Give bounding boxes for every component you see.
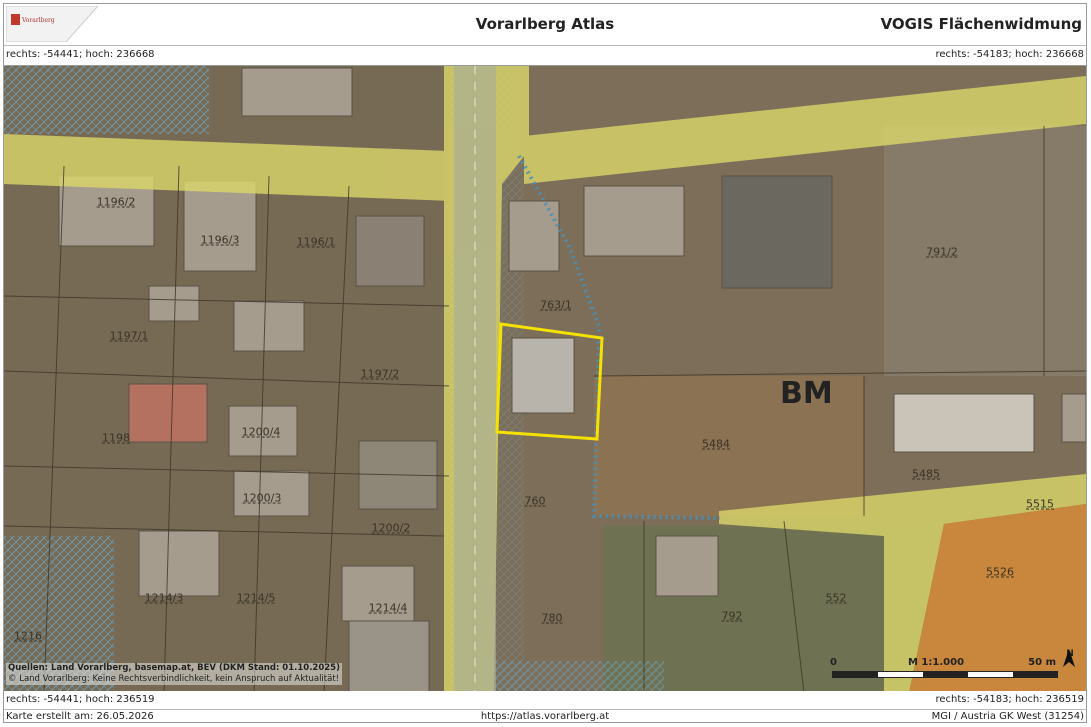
zone-label-bm: BM	[780, 376, 833, 411]
parcel-label: 5485	[912, 467, 940, 481]
scale-bar: 0 M 1:1.000 50 m	[828, 657, 1064, 681]
bottom-coordinate-row: rechts: -54441; hoch: 236519 rechts: -54…	[4, 691, 1086, 709]
parcel-label: 1214/5	[236, 591, 276, 605]
atlas-url-link[interactable]: https://atlas.vorarlberg.at	[4, 710, 1086, 724]
parcel-label: 1200/2	[371, 521, 411, 535]
parcel-label: 1197/1	[109, 329, 149, 343]
scale-start: 0	[830, 657, 837, 668]
scale-end: 50 m	[1028, 657, 1056, 668]
parcel-label: 1198	[102, 431, 130, 445]
parcel-label: 1196/3	[200, 233, 240, 247]
top-coordinate-row: rechts: -54441; hoch: 236668 rechts: -54…	[4, 46, 1086, 64]
parcel-label: 760	[524, 494, 546, 508]
projection-info: MGI / Austria GK West (31254)	[931, 711, 1084, 722]
parcel-label: 1200/3	[242, 491, 282, 505]
scale-ratio: M 1:1.000	[908, 657, 965, 668]
scale-bar-graphic	[832, 671, 1058, 678]
map-title: VOGIS Flächenwidmung	[880, 15, 1082, 33]
source-attribution: Quellen: Land Vorarlberg, basemap.at, BE…	[6, 663, 342, 685]
map-canvas[interactable]: 1196/2 1196/3 1196/1 1197/1 1197/2 1198 …	[4, 65, 1086, 692]
parcel-label: 780	[541, 611, 563, 625]
north-arrow-icon: N	[1062, 649, 1078, 667]
disclaimer-line: © Land Vorarlberg: Keine Rechtsverbindli…	[8, 674, 340, 684]
bottom-left-coordinate: rechts: -54441; hoch: 236519	[6, 694, 155, 705]
source-line: Quellen: Land Vorarlberg, basemap.at, BE…	[8, 663, 340, 673]
parcel-label: 791/2	[926, 245, 958, 259]
parcel-label: 1197/2	[360, 367, 400, 381]
parcel-label: 1214/3	[144, 591, 184, 605]
parcel-label: 1200/4	[241, 425, 281, 439]
parcel-label: 552	[825, 591, 847, 605]
parcel-label: 5515	[1026, 497, 1054, 511]
footer: Karte erstellt am: 26.05.2026 https://at…	[4, 709, 1086, 724]
parcel-label: 5526	[986, 565, 1014, 579]
parcel-label: 5484	[702, 437, 730, 451]
bottom-right-coordinate: rechts: -54183; hoch: 236519	[935, 694, 1084, 705]
parcel-label: 1196/2	[96, 195, 136, 209]
top-left-coordinate: rechts: -54441; hoch: 236668	[6, 49, 155, 60]
top-right-coordinate: rechts: -54183; hoch: 236668	[935, 49, 1084, 60]
parcel-label: 1214/4	[368, 601, 408, 615]
parcel-label: 1196/1	[296, 235, 336, 249]
parcel-label: 763/1	[540, 298, 572, 312]
parcel-label: 792	[721, 609, 743, 623]
parcel-label: 1216	[14, 629, 42, 643]
header: Vorarlberg Vorarlberg Atlas VOGIS Fläche…	[4, 4, 1086, 46]
